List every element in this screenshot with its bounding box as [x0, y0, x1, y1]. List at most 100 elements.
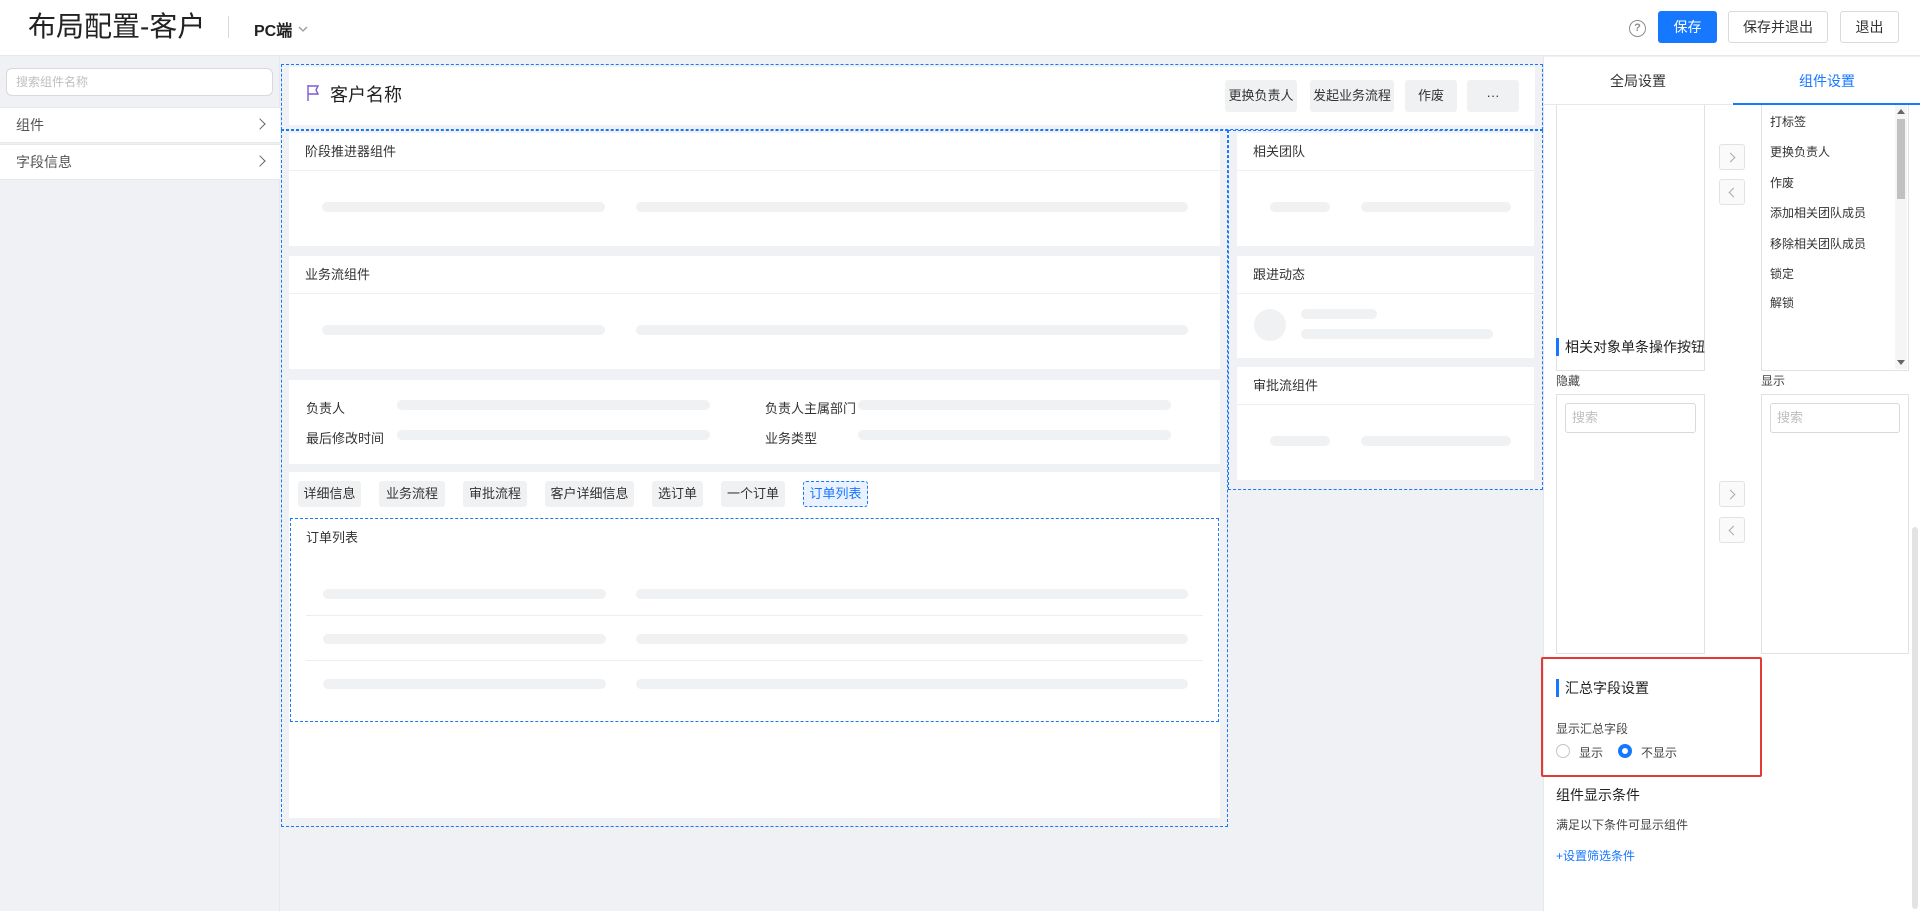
team-card-title: 相关团队: [1237, 133, 1534, 171]
field-label-owner-dept: 负责人主属部门: [765, 401, 857, 416]
placeholder-bar: [1270, 436, 1330, 446]
placeholder-bar: [397, 430, 710, 440]
chevron-right-icon: [254, 155, 266, 167]
sidebar-group-fields[interactable]: 字段信息: [0, 144, 280, 180]
chevron-left-icon: [1728, 525, 1739, 536]
platform-dropdown[interactable]: PC端: [254, 17, 308, 41]
tab-order-list[interactable]: 订单列表: [803, 481, 868, 507]
top-header: 布局配置-客户 PC端 ? 保存 保存并退出 退出: [0, 0, 1920, 56]
placeholder-bar: [1361, 202, 1511, 212]
scrollbar-thumb[interactable]: [1897, 119, 1905, 199]
record-title: 客户名称: [330, 85, 402, 105]
exit-button[interactable]: 退出: [1840, 11, 1899, 43]
sidebar-group-components[interactable]: 组件: [0, 107, 280, 143]
save-button[interactable]: 保存: [1658, 11, 1717, 43]
placeholder-bar: [1301, 309, 1377, 319]
related-hidden-list[interactable]: 搜索: [1556, 394, 1705, 654]
move-left-button[interactable]: [1719, 517, 1745, 543]
chevron-right-icon: [1725, 489, 1736, 500]
tab-business-flow[interactable]: 业务流程: [379, 481, 445, 507]
panel-scrollbar[interactable]: [1912, 527, 1918, 909]
hidden-label: 隐藏: [1556, 374, 1581, 388]
related-hidden-search-input[interactable]: 搜索: [1565, 403, 1696, 433]
page-title: 布局配置-客户: [28, 11, 206, 42]
list-item[interactable]: 打标签: [1770, 113, 1806, 130]
save-exit-button[interactable]: 保存并退出: [1728, 11, 1828, 43]
placeholder-bar: [1270, 202, 1330, 212]
move-left-button[interactable]: [1719, 179, 1745, 205]
hidden-actions-list[interactable]: [1556, 105, 1705, 371]
placeholder-bar: [322, 325, 605, 335]
chevron-right-icon: [1725, 152, 1736, 163]
business-flow-card[interactable]: 业务流组件: [289, 256, 1220, 369]
follow-up-card[interactable]: 跟进动态: [1237, 256, 1534, 358]
placeholder-bar: [636, 634, 1188, 644]
placeholder-bar: [323, 589, 606, 599]
change-owner-button[interactable]: 更换负责人: [1225, 80, 1297, 112]
chevron-right-icon: [254, 118, 266, 130]
placeholder-avatar: [1254, 309, 1286, 341]
key-fields-card[interactable]: 负责人 负责人主属部门 最后修改时间 业务类型: [289, 380, 1220, 464]
approval-card-title: 审批流组件: [1237, 367, 1534, 405]
header-divider: [228, 16, 229, 38]
related-actions-title: 相关对象单条操作按钮: [1556, 338, 1705, 356]
field-label-business-type: 业务类型: [765, 431, 818, 446]
tab-component-settings[interactable]: 组件设置: [1733, 57, 1920, 105]
related-shown-list[interactable]: 搜索: [1761, 394, 1909, 654]
field-label-owner: 负责人: [306, 401, 346, 416]
scroll-down-icon[interactable]: [1897, 360, 1905, 366]
placeholder-bar: [636, 325, 1188, 335]
tab-approval-flow[interactable]: 审批流程: [463, 481, 527, 507]
tab-one-order[interactable]: 一个订单: [721, 481, 785, 507]
void-button[interactable]: 作废: [1405, 80, 1457, 112]
settings-panel: 全局设置 组件设置 打标签 更换负责人 作废 添加相关团队成员 移除相关团队成员…: [1543, 57, 1920, 911]
display-condition-title: 组件显示条件: [1556, 787, 1640, 803]
start-flow-button[interactable]: 发起业务流程: [1310, 80, 1394, 112]
more-actions-button[interactable]: ···: [1467, 80, 1519, 112]
list-item[interactable]: 移除相关团队成员: [1770, 235, 1866, 252]
list-scrollbar[interactable]: [1895, 105, 1907, 369]
team-card[interactable]: 相关团队: [1237, 133, 1534, 246]
chevron-down-icon: [298, 26, 308, 32]
tab-select-order[interactable]: 选订单: [652, 481, 703, 507]
placeholder-bar: [636, 589, 1188, 599]
scroll-up-icon[interactable]: [1897, 108, 1905, 114]
flag-icon: [307, 85, 320, 101]
order-list-title: 订单列表: [306, 530, 359, 545]
list-item[interactable]: 更换负责人: [1770, 143, 1830, 160]
placeholder-bar: [323, 679, 606, 689]
sidebar-group-label: 组件: [16, 117, 44, 133]
placeholder-bar: [636, 202, 1188, 212]
record-header-card: 客户名称 更换负责人 发起业务流程 作废 ···: [289, 67, 1535, 125]
list-item[interactable]: 解锁: [1770, 294, 1794, 311]
shown-actions-list[interactable]: 打标签 更换负责人 作废 添加相关团队成员 移除相关团队成员 锁定 解锁: [1761, 105, 1909, 371]
help-icon[interactable]: ?: [1629, 20, 1646, 37]
placeholder-bar: [636, 679, 1188, 689]
stage-card-title: 阶段推进器组件: [289, 133, 1220, 171]
chevron-left-icon: [1728, 187, 1739, 198]
placeholder-bar: [322, 202, 605, 212]
approval-card[interactable]: 审批流组件: [1237, 367, 1534, 480]
tab-detail-info[interactable]: 详细信息: [298, 481, 361, 507]
tab-global-settings[interactable]: 全局设置: [1544, 57, 1732, 105]
component-search-input[interactable]: 搜索组件名称: [6, 68, 273, 96]
placeholder-bar: [323, 634, 606, 644]
related-shown-search-input[interactable]: 搜索: [1770, 403, 1900, 433]
list-item[interactable]: 锁定: [1770, 265, 1794, 282]
list-item[interactable]: 作废: [1770, 174, 1794, 191]
list-item[interactable]: 添加相关团队成员: [1770, 204, 1866, 221]
stage-card[interactable]: 阶段推进器组件: [289, 133, 1220, 246]
move-right-button[interactable]: [1719, 481, 1745, 507]
placeholder-bar: [397, 400, 710, 410]
row-divider: [306, 615, 1203, 616]
placeholder-bar: [858, 430, 1171, 440]
move-right-button[interactable]: [1719, 144, 1745, 170]
set-filter-link[interactable]: +设置筛选条件: [1556, 847, 1635, 864]
order-list-card[interactable]: 订单列表: [290, 518, 1219, 722]
row-divider: [306, 660, 1203, 661]
field-label-last-modified: 最后修改时间: [306, 431, 385, 446]
placeholder-bar: [1361, 436, 1511, 446]
placeholder-bar: [858, 400, 1171, 410]
placeholder-bar: [1301, 329, 1493, 339]
tab-customer-detail[interactable]: 客户详细信息: [545, 481, 634, 507]
